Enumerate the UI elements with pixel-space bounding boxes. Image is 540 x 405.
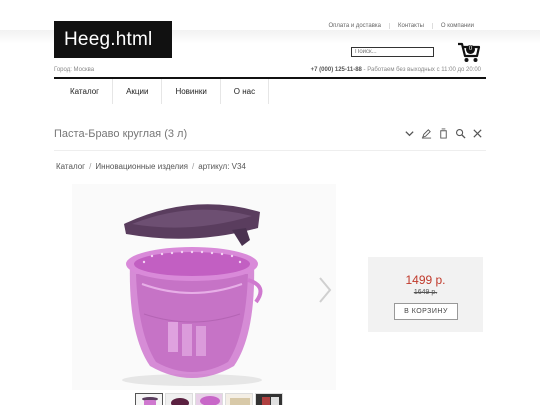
chevron-down-icon[interactable] xyxy=(404,128,415,139)
thumbnail-item[interactable] xyxy=(165,393,193,405)
cart-count-badge: 0 xyxy=(466,45,475,54)
breadcrumb-innovative[interactable]: Инновационные изделия xyxy=(95,162,188,171)
contact-info: +7 (000) 125-11-88 - Работаем без выходн… xyxy=(311,67,481,73)
search-icon[interactable] xyxy=(455,128,466,139)
close-icon[interactable] xyxy=(472,128,483,139)
product-image-drawing xyxy=(122,204,263,386)
top-links: Оплата и доставка Контакты О компании xyxy=(321,23,482,29)
breadcrumb-catalog[interactable]: Каталог xyxy=(56,162,85,171)
city-label[interactable]: Город: Москва xyxy=(54,67,94,73)
thumbnail-item[interactable] xyxy=(225,393,253,405)
nav-item-new[interactable]: Новинки xyxy=(162,79,221,104)
link-contacts[interactable]: Контакты xyxy=(388,23,432,29)
link-about-company[interactable]: О компании xyxy=(431,23,482,29)
current-price: 1499 р. xyxy=(405,273,446,287)
nav-item-promotions[interactable]: Акции xyxy=(113,79,163,104)
breadcrumb-separator: / xyxy=(192,162,195,171)
thumbnail-item[interactable] xyxy=(135,393,163,405)
title-actions xyxy=(404,128,483,139)
link-payment-delivery[interactable]: Оплата и доставка xyxy=(321,23,389,29)
nav-item-about[interactable]: О нас xyxy=(221,79,270,104)
add-to-cart-button[interactable]: В КОРЗИНУ xyxy=(394,303,458,320)
site-logo[interactable]: Heeg.html xyxy=(54,21,172,58)
price-box: 1499 р. 1649 р. В КОРЗИНУ xyxy=(368,257,483,332)
thumbnail-item[interactable] xyxy=(255,393,283,405)
thumbnail-strip xyxy=(135,393,283,405)
phone-number[interactable]: +7 (000) 125-11-88 xyxy=(311,67,362,73)
product-image[interactable] xyxy=(72,184,336,390)
thumbnail-item[interactable] xyxy=(195,393,223,405)
chevron-right-icon[interactable] xyxy=(316,276,334,304)
breadcrumb-separator: / xyxy=(89,162,92,171)
main-nav: Каталог Акции Новинки О нас xyxy=(54,79,270,104)
edit-icon[interactable] xyxy=(421,128,432,139)
breadcrumb-article: артикул: V34 xyxy=(198,162,246,171)
search-input[interactable] xyxy=(351,47,434,57)
nav-item-catalog[interactable]: Каталог xyxy=(54,79,114,104)
page-title: Паста-Браво круглая (3 л) xyxy=(54,128,188,140)
breadcrumb: Каталог / Инновационные изделия / артику… xyxy=(56,162,246,171)
old-price: 1649 р. xyxy=(413,289,438,296)
title-divider xyxy=(54,150,486,151)
copy-icon[interactable] xyxy=(438,128,449,139)
working-hours: - Работаем без выходных с 11:00 до 20:00 xyxy=(361,67,481,73)
